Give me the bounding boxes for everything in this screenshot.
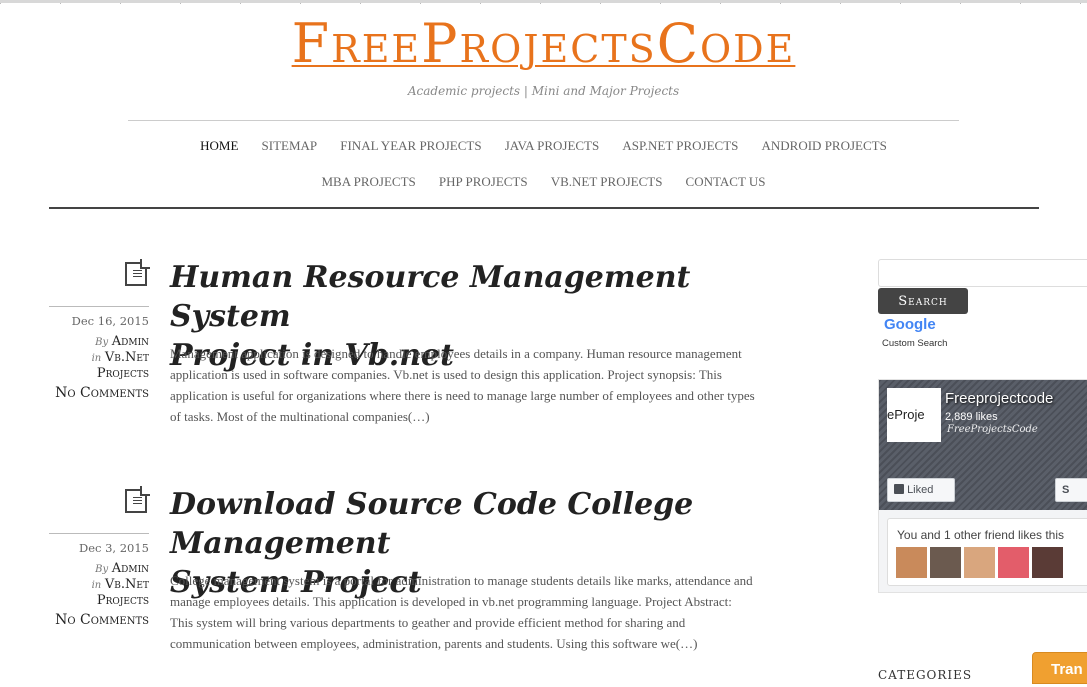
friend-avatar[interactable] xyxy=(896,547,927,578)
nav-item-final-year-projects[interactable]: FINAL YEAR PROJECTS xyxy=(340,137,481,155)
post-author-link[interactable]: Admin xyxy=(112,334,149,349)
nav-item-android-projects[interactable]: ANDROID PROJECTS xyxy=(762,137,887,155)
site-title: FreeProjectsCode xyxy=(0,12,1087,76)
top-border-dots xyxy=(0,3,1087,4)
nav-bottom-divider xyxy=(49,207,1039,209)
post-category-link-cont[interactable]: Projects xyxy=(97,366,149,381)
facebook-friends-panel: You and 1 other friend likes this xyxy=(887,518,1087,586)
nav-item-java-projects[interactable]: JAVA PROJECTS xyxy=(505,137,600,155)
post-excerpt: Management application is designed to ha… xyxy=(170,346,755,424)
facebook-share-button[interactable]: S xyxy=(1055,478,1087,502)
nav-item-contact-us[interactable]: CONTACT US xyxy=(686,173,766,191)
google-label: Google xyxy=(884,316,936,333)
post-comments-link[interactable]: No Comments xyxy=(55,385,149,401)
facebook-page-logo[interactable]: eProje xyxy=(887,388,941,442)
search-button[interactable]: Search xyxy=(878,288,968,314)
nav-row-2: MBA PROJECTS PHP PROJECTS VB.NET PROJECT… xyxy=(100,172,987,208)
main-navigation: HOME SITEMAP FINAL YEAR PROJECTS JAVA PR… xyxy=(100,136,987,208)
nav-item-aspnet-projects[interactable]: ASP.NET PROJECTS xyxy=(622,137,738,155)
site-title-link[interactable]: FreeProjectsCode xyxy=(292,12,796,75)
facebook-friends-text: You and 1 other friend likes this xyxy=(897,528,1064,542)
nav-row-1: HOME SITEMAP FINAL YEAR PROJECTS JAVA PR… xyxy=(100,136,987,172)
post-meta: Dec 3, 2015 By Admin in Vb.Net Projects … xyxy=(49,541,149,628)
friend-avatar[interactable] xyxy=(1032,547,1063,578)
facebook-like-box: eProje Freeprojectcode 2,889 likes FreeP… xyxy=(878,379,1087,593)
site-tagline: Academic projects | Mini and Major Proje… xyxy=(407,84,680,98)
post-meta-divider xyxy=(49,306,149,307)
post-category-link[interactable]: Vb.Net xyxy=(105,350,149,365)
post-title-line[interactable]: Human Resource Management System xyxy=(170,260,690,334)
facebook-icon xyxy=(894,484,904,494)
post-date: Dec 3, 2015 xyxy=(78,541,149,555)
nav-item-home[interactable]: HOME xyxy=(200,137,238,155)
in-label: in xyxy=(91,580,102,591)
document-icon xyxy=(125,262,147,286)
liked-label: Liked xyxy=(907,484,934,496)
translate-button[interactable]: Tran xyxy=(1032,652,1087,684)
custom-search-label: Custom Search xyxy=(882,338,948,349)
post-meta-divider xyxy=(49,533,149,534)
nav-item-vbnet-projects[interactable]: VB.NET PROJECTS xyxy=(551,173,663,191)
friend-avatar[interactable] xyxy=(964,547,995,578)
categories-heading: CATEGORIES xyxy=(878,668,973,682)
facebook-friend-faces xyxy=(896,547,1066,582)
google-logo: Google xyxy=(884,316,936,333)
by-label: By xyxy=(95,564,109,575)
facebook-liked-button[interactable]: Liked xyxy=(887,478,955,502)
post-category-link[interactable]: Vb.Net xyxy=(105,577,149,592)
by-label: By xyxy=(95,337,109,348)
nav-item-mba-projects[interactable]: MBA PROJECTS xyxy=(321,173,415,191)
nav-top-divider xyxy=(128,120,959,121)
post-title-line[interactable]: Download Source Code College Management xyxy=(170,487,693,561)
post-excerpt: College management system is a portal fo… xyxy=(170,573,753,651)
nav-item-php-projects[interactable]: PHP PROJECTS xyxy=(439,173,528,191)
post-category-link-cont[interactable]: Projects xyxy=(97,593,149,608)
post-meta: Dec 16, 2015 By Admin in Vb.Net Projects… xyxy=(49,314,149,401)
friend-avatar[interactable] xyxy=(998,547,1029,578)
facebook-page-name[interactable]: Freeprojectcode xyxy=(945,390,1053,407)
post-date: Dec 16, 2015 xyxy=(71,314,149,328)
nav-item-sitemap[interactable]: SITEMAP xyxy=(262,137,318,155)
facebook-cover-watermark: FreeProjectsCode xyxy=(947,424,1038,435)
facebook-like-count: 2,889 likes xyxy=(945,411,998,423)
search-input[interactable] xyxy=(878,259,1087,287)
post-author-link[interactable]: Admin xyxy=(112,561,149,576)
in-label: in xyxy=(91,353,102,364)
friend-avatar[interactable] xyxy=(930,547,961,578)
document-icon xyxy=(125,489,147,513)
post-comments-link[interactable]: No Comments xyxy=(55,612,149,628)
